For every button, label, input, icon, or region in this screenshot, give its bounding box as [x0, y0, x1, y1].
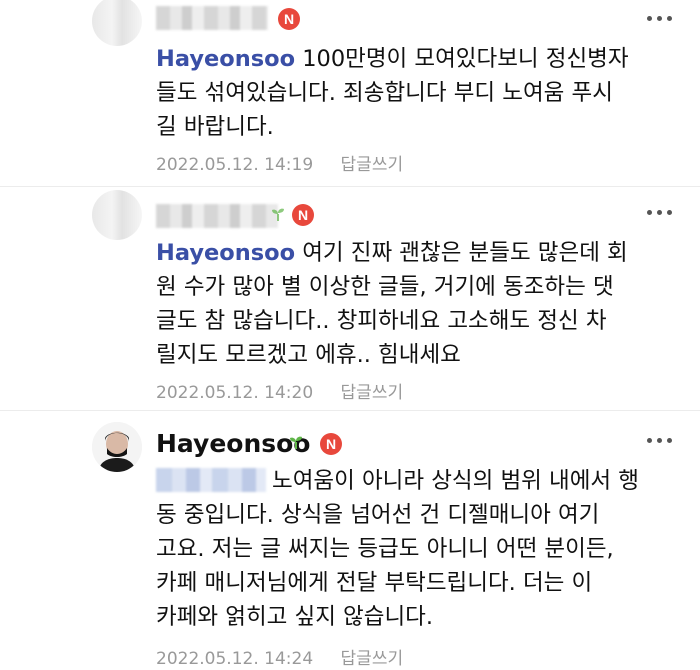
author-name-blurred[interactable]: [156, 6, 268, 30]
more-options-icon[interactable]: [647, 210, 675, 220]
sprout-icon: [272, 208, 284, 221]
more-options-icon[interactable]: [647, 438, 675, 448]
comment-date: 2022.05.12. 14:19: [156, 155, 314, 175]
reply-button[interactable]: 답글쓰기: [341, 155, 404, 175]
comment-text: Hayeonsoo 여기 진짜 괜찮은 분들도 많은데 회 원 수가 많아 별 …: [156, 236, 686, 372]
more-options-icon[interactable]: [647, 16, 675, 26]
comment-meta: 2022.05.12. 14:20 답글쓰기: [156, 378, 403, 403]
comment-3: Hayeonsoo N 노여움이 아니라 상식의 범위 내에서 행 동 중입니다…: [0, 412, 700, 670]
comment-date: 2022.05.12. 14:20: [156, 383, 314, 403]
avatar[interactable]: [92, 422, 142, 472]
comment-text: Hayeonsoo 100만명이 모여있다보니 정신병자 들도 섞여있습니다. …: [156, 42, 686, 144]
reply-button[interactable]: 답글쓰기: [341, 649, 404, 669]
comment-2: N Hayeonsoo 여기 진짜 괜찮은 분들도 많은데 회 원 수가 많아 …: [0, 190, 700, 405]
comment-text: 노여움이 아니라 상식의 범위 내에서 행 동 중입니다. 상식을 넘어선 건 …: [156, 464, 686, 634]
mention-link[interactable]: Hayeonsoo: [156, 240, 295, 266]
new-badge: N: [292, 204, 314, 226]
profile-photo: [92, 422, 142, 472]
comment-body: 노여움이 아니라 상식의 범위 내에서 행 동 중입니다. 상식을 넘어선 건 …: [156, 468, 639, 630]
divider: [0, 410, 700, 411]
new-badge: N: [278, 8, 300, 30]
comment-meta: 2022.05.12. 14:24 답글쓰기: [156, 644, 403, 669]
mention-blurred[interactable]: [156, 468, 266, 492]
reply-button[interactable]: 답글쓰기: [341, 383, 404, 403]
mention-link[interactable]: Hayeonsoo: [156, 46, 295, 72]
comment-date: 2022.05.12. 14:24: [156, 649, 314, 669]
divider: [0, 186, 700, 187]
avatar[interactable]: [92, 0, 142, 46]
new-badge: N: [320, 433, 342, 455]
author-name-blurred[interactable]: [156, 204, 278, 228]
sprout-icon: [290, 436, 302, 449]
comment-1: N Hayeonsoo 100만명이 모여있다보니 정신병자 들도 섞여있습니다…: [0, 0, 700, 180]
avatar[interactable]: [92, 190, 142, 240]
comment-meta: 2022.05.12. 14:19 답글쓰기: [156, 150, 403, 175]
